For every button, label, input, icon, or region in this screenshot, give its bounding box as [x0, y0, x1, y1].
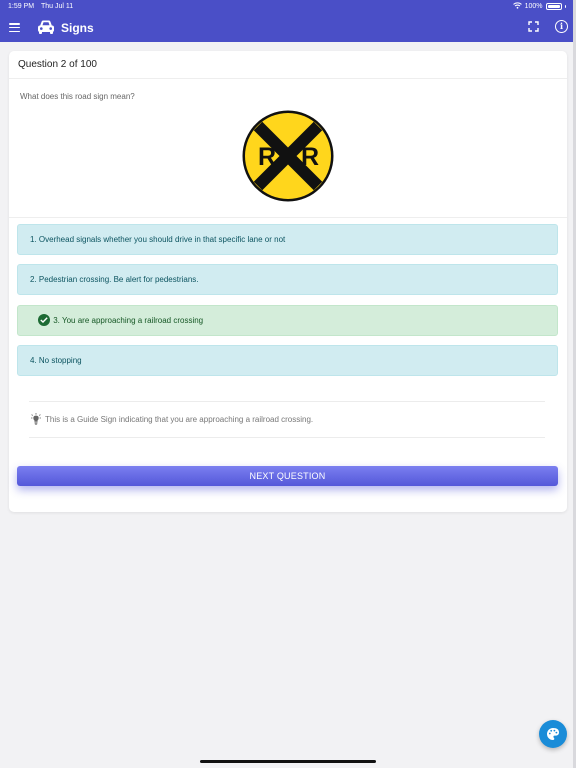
wifi-icon: [512, 2, 522, 11]
sign-letter-right: R: [301, 143, 319, 171]
divider: [9, 217, 567, 218]
theme-button[interactable]: [539, 720, 567, 748]
answer-label: 3. You are approaching a railroad crossi…: [53, 316, 204, 325]
info-icon[interactable]: i: [555, 20, 568, 33]
checkmark-icon: [38, 313, 50, 326]
answer-option-2[interactable]: 2. Pedestrian crossing. Be alert for ped…: [17, 264, 558, 295]
status-bar: 1:59 PM Thu Jul 11 100%: [0, 0, 576, 14]
answer-option-4[interactable]: 4. No stopping: [17, 345, 558, 376]
question-card: Question 2 of 100 What does this road si…: [9, 51, 567, 512]
hint-divider-top: [29, 401, 545, 402]
app-bar: Signs i: [0, 14, 576, 42]
home-indicator: [200, 760, 376, 763]
sign-letter-left: R: [258, 143, 276, 171]
railroad-crossing-sign: R R: [242, 110, 334, 202]
battery-percent: 100%: [524, 3, 543, 10]
car-icon: [38, 20, 54, 34]
hint-text: This is a Guide Sign indicating that you…: [45, 415, 314, 424]
answer-option-1[interactable]: 1. Overhead signals whether you should d…: [17, 224, 558, 255]
fullscreen-icon[interactable]: [528, 21, 539, 32]
question-text: What does this road sign mean?: [20, 92, 135, 101]
status-date: Thu Jul 11: [41, 3, 74, 10]
top-bar: 1:59 PM Thu Jul 11 100% Signs i: [0, 0, 576, 42]
answer-label: 4. No stopping: [30, 356, 82, 365]
app-title: Signs: [61, 21, 94, 35]
question-number: Question 2 of 100: [18, 59, 97, 70]
card-header: Question 2 of 100: [9, 51, 567, 79]
status-right: 100%: [512, 2, 566, 11]
lightbulb-icon: [31, 413, 41, 425]
hamburger-icon[interactable]: [9, 23, 20, 33]
next-question-button[interactable]: NEXT QUESTION: [17, 466, 558, 486]
answer-label: 2. Pedestrian crossing. Be alert for ped…: [30, 275, 199, 284]
status-time: 1:59 PM: [8, 3, 35, 10]
palette-icon: [547, 728, 559, 740]
answer-label: 1. Overhead signals whether you should d…: [30, 235, 286, 244]
answer-option-3[interactable]: 3. You are approaching a railroad crossi…: [17, 305, 558, 336]
hint-divider-bottom: [29, 437, 545, 438]
battery-icon: [545, 3, 562, 10]
